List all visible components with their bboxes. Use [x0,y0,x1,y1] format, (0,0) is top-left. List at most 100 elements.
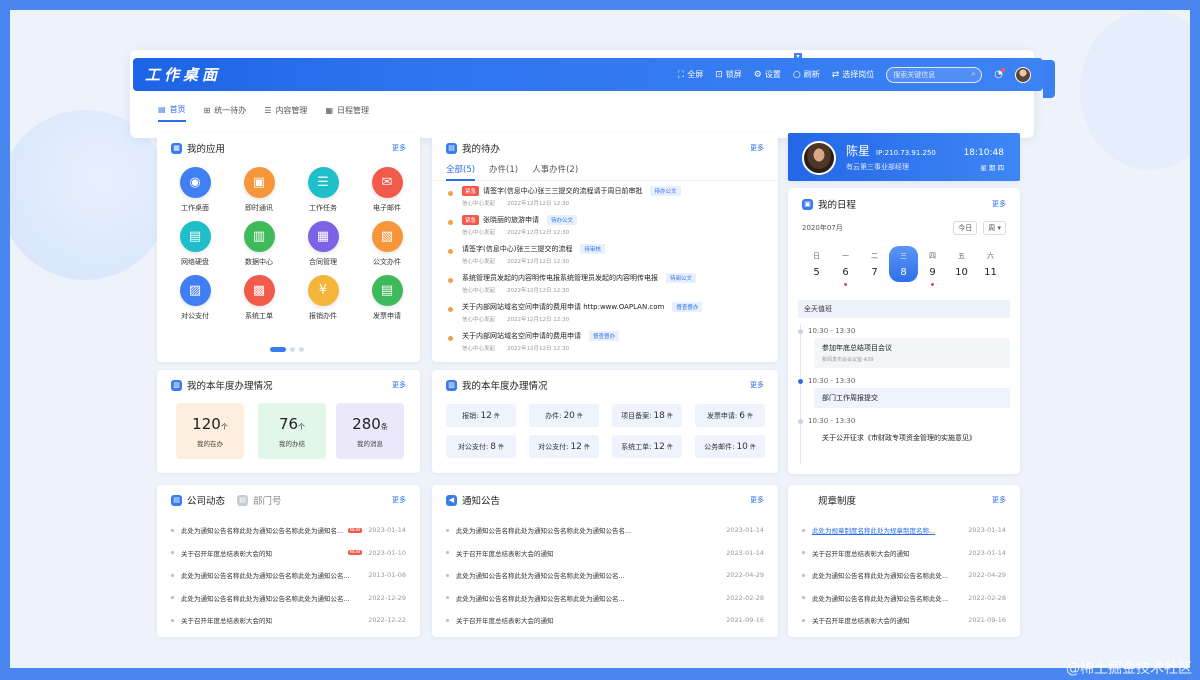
todo-item[interactable]: 请签字(信息中心)张三三提交的流程 待审核 信心中心发起 2022年12月12日 12… [446,243,764,272]
stat-mini-unit: 件 [498,444,505,451]
list-item[interactable]: 此处为规章制度名称此处为规章制度名称... 2023-01-14 [802,519,1006,542]
header-tool-lock[interactable]: ⊡ 锁屏 [715,69,742,80]
app-item[interactable]: ▤ 发票申请 [355,275,419,321]
schedule-item[interactable]: 10:30 - 13:30 关于公开征求《市财政专项资金管理的实施意见》 [788,414,1010,448]
app-icon: ▣ [243,167,275,198]
todo-tab[interactable]: 全部(5) [446,163,476,181]
item-date: 2022-02-28 [726,593,764,602]
nav-item-3[interactable]: ▦ 日程管理 [325,104,369,122]
day-number: 7 [871,267,878,278]
schedule-item[interactable]: 10:30 - 13:30 部门工作周报提交 [788,374,1010,408]
schedule-box: 参加年底总结项目会议 新闻发布会会议室-A39 [814,338,1010,368]
header-tool-fullscreen[interactable]: ⛶ 全屏 [678,69,703,80]
day-cell[interactable]: 二7 [860,246,889,282]
more-link[interactable]: 更多 [392,143,406,153]
header-tool-refresh[interactable]: ○ 刷新 [793,69,820,80]
stat-box[interactable]: 280条 我的消息 [336,403,404,459]
nav-item-2[interactable]: ☰ 内容管理 [264,104,307,122]
avatar[interactable] [802,141,836,175]
bullet [446,528,449,532]
todo-item[interactable]: 紧急 请签字(信息中心)张三三提交的流程请于周日前审批 待办公文 信心中心发起 2022… [446,185,764,214]
day-cell[interactable]: 日5 [802,246,831,282]
todo-item[interactable]: 关于内部网站域名空间申请的费用申请 督查督办 信心中心发起 2022年12月12日 1… [446,330,764,359]
app-item[interactable]: ☰ 工作任务 [291,167,355,213]
carousel-dots[interactable] [270,347,304,352]
list-item[interactable]: 此处为通知公告名称此处为通知公告名称此处... 2022-04-29 [802,564,1006,587]
item-title: 关于召开年度总结表彰大会的通知 [812,549,910,558]
header-tool-switch-role[interactable]: ⇄ 选择岗位 [832,69,875,80]
tab-dept-news[interactable]: 部门号 [253,493,282,507]
todo-text: 系统管理员发起的内容明传电报系统管理员发起的内容明传电报 [462,274,658,282]
app-item[interactable]: ▤ 网络硬盘 [163,221,227,267]
bullet [802,618,805,622]
app-item[interactable]: ✉ 电子邮件 [355,167,419,213]
stat-mini[interactable]: 发票申请: 6 件 [695,404,765,427]
more-link[interactable]: 更多 [992,495,1006,505]
more-link[interactable]: 更多 [992,199,1006,209]
day-cell[interactable]: 三8 [889,246,918,282]
list-item[interactable]: 关于召开年度总结表彰大会的通知 2021-09-16 [802,609,1006,632]
list-item[interactable]: 此处为通知公告名称此处为通知公告名称此处为通知公名... 2022-02-28 [446,587,764,610]
stat-mini[interactable]: 项目备案: 18 件 [612,404,682,427]
list-item[interactable]: 此处为通知公告名称此处为通知公告名称此处为通知公名... 2013-01-08 [171,564,406,587]
day-cell[interactable]: 一6 [831,246,860,286]
list-item[interactable]: 关于召开年度总结表彰大会的通知 2023-01-14 [446,542,764,565]
item-date: 2022-04-29 [968,571,1006,580]
view-select[interactable]: 周 ▾ [983,221,1006,235]
todo-tab[interactable]: 办件(1) [489,163,518,181]
new-badge: NEW [347,550,363,556]
todo-dot [448,336,453,341]
tab-company-news[interactable]: 公司动态 [187,493,225,507]
schedule-title: 部门工作周报提交 [822,394,878,402]
more-link[interactable]: 更多 [392,495,406,505]
todo-tab[interactable]: 人事办件(2) [532,163,578,181]
stat-mini[interactable]: 系统工单: 12 件 [612,435,682,458]
app-item[interactable]: ▨ 对公支付 [163,275,227,321]
header-tool-label: 刷新 [803,70,820,79]
more-link[interactable]: 更多 [750,495,764,505]
more-link[interactable]: 更多 [392,380,406,390]
stat-mini[interactable]: 对公支付: 12 件 [529,435,599,458]
app-item[interactable]: ◉ 工作桌面 [163,167,227,213]
list-item[interactable]: 关于召开年度总结表彰大会的知 NEW 2023-01-10 [171,542,406,565]
stat-mini[interactable]: 报销: 12 件 [446,404,516,427]
todo-item[interactable]: 系统管理员发起的内容明传电报系统管理员发起的内容明传电报 待阅公文 信心中心发起 20… [446,272,764,301]
schedule-item[interactable]: 10:30 - 13:30 参加年底总结项目会议 新闻发布会会议室-A39 [788,324,1010,368]
list-item[interactable]: 此处为通知公告名称此处为通知公告名称此处为通知名... NEW 2023-01-14 [171,519,406,542]
stat-mini-value: 12 [480,410,492,421]
app-item[interactable]: ▧ 公文办件 [355,221,419,267]
stat-box[interactable]: 76个 我的办结 [258,403,326,459]
list-item[interactable]: 关于召开年度总结表彰大会的通知 2021-09-16 [446,609,764,632]
app-item[interactable]: ▣ 即时通讯 [227,167,291,213]
avatar[interactable] [1015,66,1031,83]
list-item[interactable]: 此处为通知公告名称此处为通知公告名称此处... 2022-02-28 [802,587,1006,610]
list-item[interactable]: 此处为通知公告名称此处为通知公告名称此处为通知公名... 2022-12-29 [171,587,406,610]
header-tool-gear[interactable]: ⚙ 设置 [754,69,781,80]
app-item[interactable]: ▥ 数据中心 [227,221,291,267]
today-button[interactable]: 今日 [953,221,978,235]
todo-item[interactable]: 关于内部网站域名空间申请的费用申请 http:www.OAPLAN.com 督查督… [446,301,764,330]
day-cell[interactable]: 六 11 [976,246,1005,282]
list-item[interactable]: 关于召开年度总结表彰大会的通知 2023-01-14 [802,542,1006,565]
list-item[interactable]: 关于召开年度总结表彰大会的知 2022-12-22 [171,609,406,632]
bell-icon[interactable]: ◔ [994,68,1005,80]
list-item[interactable]: 此处为通知公告名称此处为通知公告名称此处为通知公名... 2022-04-29 [446,564,764,587]
app-item[interactable]: ¥ 报销办件 [291,275,355,321]
app-item[interactable]: ▦ 合同管理 [291,221,355,267]
nav-item-1[interactable]: ⊞ 统一待办 [204,104,247,122]
app-item[interactable]: ▩ 系统工单 [227,275,291,321]
search-input[interactable]: 搜索关键信息 ⌕ [886,66,983,83]
todo-item[interactable]: 紧急 张晓丽的旅游申请 待办公文 信心中心发起 2022年12月12日 12:30 [446,214,764,243]
stat-mini[interactable]: 对公支付: 8 件 [446,435,516,458]
search-icon[interactable]: ⌕ [971,70,975,79]
stat-mini[interactable]: 公务邮件: 10 件 [695,435,765,458]
more-link[interactable]: 更多 [750,380,764,390]
stat-box[interactable]: 120个 我的在办 [176,403,244,459]
stat-mini[interactable]: 办件: 20 件 [529,404,599,427]
stat-mini-value: 8 [490,441,497,452]
more-link[interactable]: 更多 [750,143,764,153]
day-cell[interactable]: 四9 [918,246,947,286]
list-item[interactable]: 此处为通知公告名称此处为通知公告名称此处为通知公告名... 2023-01-14 [446,519,764,542]
day-cell[interactable]: 五 10 [947,246,976,282]
nav-item-0[interactable]: ▤ 首页 [158,104,186,122]
